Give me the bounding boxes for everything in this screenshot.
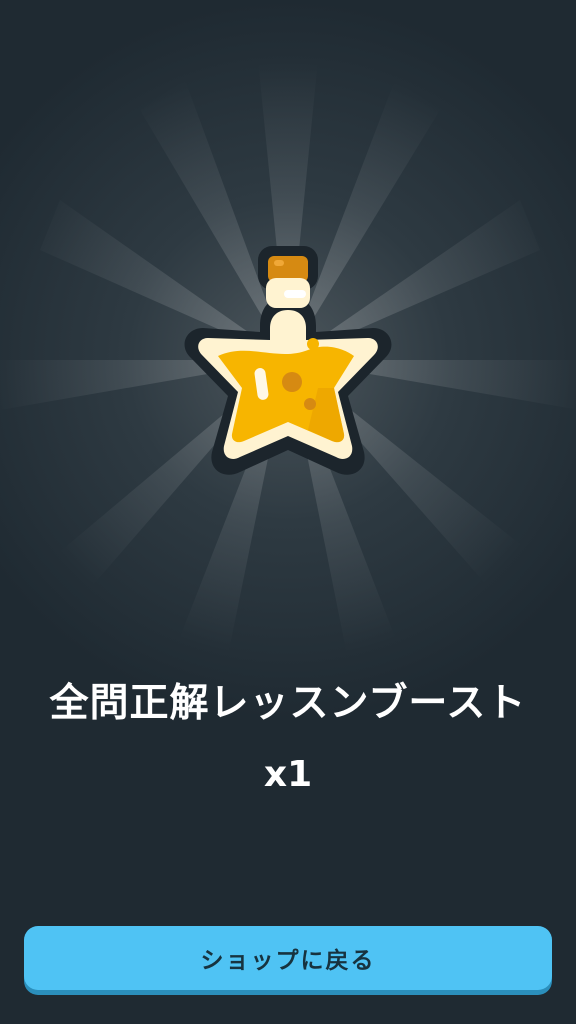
back-to-shop-button[interactable]: ショップに戻る [24, 926, 552, 990]
reward-title: 全問正解レッスンブースト [49, 681, 527, 726]
star-potion-icon [184, 246, 392, 475]
light-rays-background [0, 60, 576, 670]
reward-quantity: x1 [263, 754, 313, 795]
reward-screen: 全問正解レッスンブースト x1 ショップに戻る [0, 0, 576, 1024]
